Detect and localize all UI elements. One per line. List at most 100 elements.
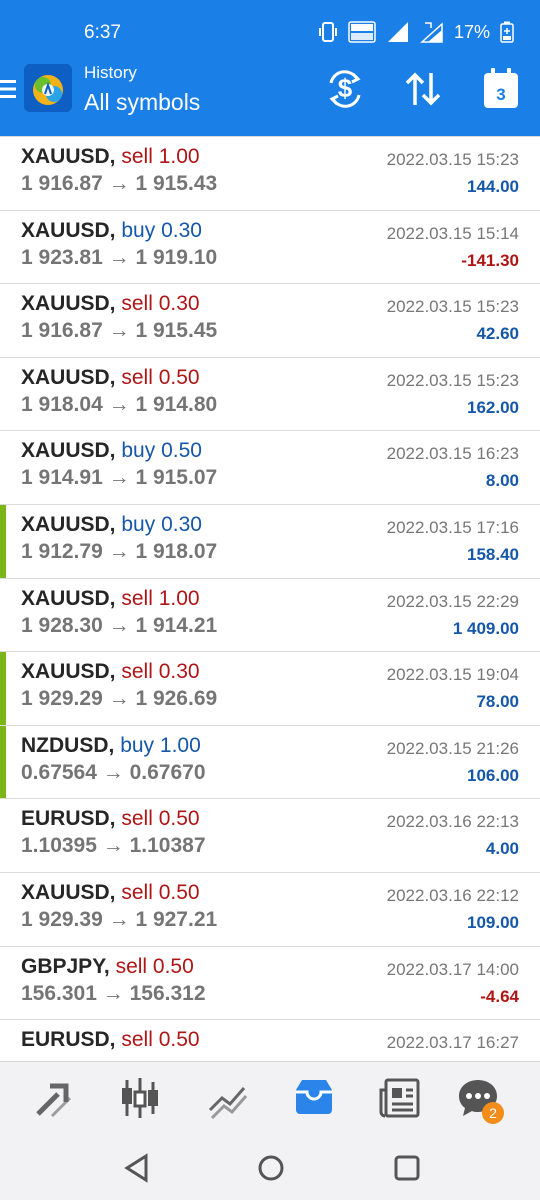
nav-trade[interactable] bbox=[206, 1076, 250, 1120]
trade-heading: XAUUSD, sell 0.30 bbox=[21, 292, 200, 316]
calendar-button[interactable]: 3 bbox=[476, 64, 526, 114]
nav-chat[interactable]: 2 bbox=[456, 1076, 504, 1124]
trade-symbol: XAUUSD, bbox=[21, 145, 116, 168]
quotes-icon bbox=[36, 1083, 72, 1118]
trade-profit: 4.00 bbox=[485, 839, 519, 859]
trade-icon bbox=[208, 1087, 248, 1120]
trade-time: 2022.03.15 21:26 bbox=[386, 738, 519, 758]
close-price: 156.312 bbox=[129, 981, 206, 1005]
trade-heading: XAUUSD, sell 0.50 bbox=[21, 366, 200, 390]
trade-time: 2022.03.15 15:23 bbox=[386, 370, 519, 390]
status-bar: 6:37 17% bbox=[0, 0, 540, 56]
trade-profit: 78.00 bbox=[476, 692, 519, 712]
trade-lot: 0.30 bbox=[161, 218, 202, 242]
trade-heading: XAUUSD, buy 0.50 bbox=[21, 439, 202, 463]
price-arrow: → bbox=[108, 319, 130, 343]
trade-row[interactable]: NZDUSD, buy 1.00 0.67564 → 0.67670 2022.… bbox=[0, 725, 540, 800]
trade-lot: 0.50 bbox=[158, 1028, 200, 1052]
trade-side: buy bbox=[121, 439, 156, 463]
nav-chart[interactable] bbox=[118, 1076, 162, 1120]
open-price: 1 929.29 bbox=[21, 687, 103, 711]
trade-prices: 1 916.87 → 1 915.43 bbox=[21, 172, 217, 196]
recents-icon[interactable] bbox=[392, 1153, 422, 1183]
trade-row[interactable]: EURUSD, sell 0.50 1.10395 → 1.10387 2022… bbox=[0, 799, 540, 873]
trade-history-list[interactable]: XAUUSD, sell 1.00 1 916.87 → 1 915.43 20… bbox=[0, 136, 540, 1061]
trade-prices: 1 916.87 → 1 915.45 bbox=[21, 319, 217, 343]
bottom-navigation: 2 bbox=[0, 1061, 540, 1133]
close-price: 1.10387 bbox=[129, 834, 206, 858]
trade-prices: 1 914.91 → 1 915.07 bbox=[21, 466, 217, 490]
chart-candles-icon bbox=[122, 1078, 158, 1118]
price-arrow: → bbox=[102, 834, 124, 858]
signal-icon bbox=[387, 22, 408, 42]
price-arrow: → bbox=[108, 907, 130, 931]
trade-side: buy bbox=[121, 218, 156, 242]
header-subtitle: History bbox=[84, 63, 137, 82]
sort-button[interactable] bbox=[398, 64, 448, 114]
trade-row[interactable]: GBPJPY, sell 0.50 156.301 → 156.312 2022… bbox=[0, 946, 540, 1021]
nav-history[interactable] bbox=[292, 1076, 336, 1120]
trade-heading: XAUUSD, buy 0.30 bbox=[21, 513, 202, 537]
trade-time: 2022.03.17 16:27 bbox=[386, 1033, 519, 1053]
open-price: 1 928.30 bbox=[21, 613, 103, 637]
calendar-day-number: 3 bbox=[496, 85, 506, 104]
home-icon[interactable] bbox=[256, 1153, 286, 1183]
price-arrow: → bbox=[102, 760, 124, 784]
close-price: 1 914.21 bbox=[135, 613, 218, 637]
trade-row[interactable]: XAUUSD, sell 1.00 1 928.30 → 1 914.21 20… bbox=[0, 578, 540, 653]
trade-heading: XAUUSD, sell 0.30 bbox=[21, 660, 200, 684]
trade-time: 2022.03.15 19:04 bbox=[386, 665, 519, 685]
trade-prices: 1.10395 → 1.10387 bbox=[21, 834, 206, 858]
trade-row[interactable]: EURUSD, sell 0.50 2022.03.17 16:27 bbox=[0, 1020, 540, 1061]
trade-symbol: EURUSD, bbox=[21, 1028, 116, 1052]
trade-profit: 158.40 bbox=[467, 544, 519, 564]
trade-row[interactable]: XAUUSD, sell 1.00 1 916.87 → 1 915.43 20… bbox=[0, 137, 540, 211]
nav-news[interactable] bbox=[378, 1076, 422, 1120]
status-icons: 17% bbox=[318, 19, 514, 45]
trade-lot: 0.30 bbox=[158, 660, 200, 684]
trade-side: sell bbox=[121, 880, 153, 904]
trade-lot: 0.50 bbox=[158, 365, 200, 389]
trade-side: buy bbox=[120, 733, 155, 757]
trade-row[interactable]: XAUUSD, buy 0.30 1 923.81 → 1 919.10 202… bbox=[0, 210, 540, 285]
close-price: 1 927.21 bbox=[135, 907, 218, 931]
trade-row[interactable]: XAUUSD, sell 0.30 1 916.87 → 1 915.45 20… bbox=[0, 284, 540, 358]
trade-row[interactable]: XAUUSD, sell 0.50 1 929.39 → 1 927.21 20… bbox=[0, 872, 540, 947]
menu-icon[interactable] bbox=[0, 78, 18, 100]
sort-icon bbox=[405, 72, 441, 106]
trade-prices: 1 929.29 → 1 926.69 bbox=[21, 687, 217, 711]
price-arrow: → bbox=[108, 539, 130, 563]
trade-lot: 1.00 bbox=[158, 586, 200, 610]
currency-filter-button[interactable]: $ bbox=[320, 64, 370, 114]
price-arrow: → bbox=[108, 172, 130, 195]
trade-side: sell bbox=[121, 1028, 153, 1052]
trade-profit: 106.00 bbox=[467, 765, 519, 785]
trade-row[interactable]: XAUUSD, sell 0.30 1 929.29 → 1 926.69 20… bbox=[0, 652, 540, 726]
app-bar: 6:37 17% History All symbols $ 3 bbox=[0, 0, 540, 136]
trade-heading: XAUUSD, sell 1.00 bbox=[21, 587, 200, 611]
price-arrow: → bbox=[102, 981, 124, 1005]
back-icon[interactable] bbox=[122, 1153, 152, 1183]
app-logo bbox=[24, 64, 72, 112]
trade-row[interactable]: XAUUSD, sell 0.50 1 918.04 → 1 914.80 20… bbox=[0, 357, 540, 432]
trade-heading: GBPJPY, sell 0.50 bbox=[21, 955, 194, 979]
nav-quotes[interactable] bbox=[32, 1076, 76, 1120]
price-arrow: → bbox=[108, 245, 130, 269]
trade-prices: 156.301 → 156.312 bbox=[21, 982, 206, 1006]
vibrate-icon bbox=[318, 22, 337, 42]
history-icon bbox=[296, 1080, 332, 1114]
open-price: 1 918.04 bbox=[21, 392, 103, 416]
trade-lot: 0.50 bbox=[158, 880, 200, 904]
trade-prices: 1 918.04 → 1 914.80 bbox=[21, 393, 217, 417]
trade-row[interactable]: XAUUSD, buy 0.30 1 912.79 → 1 918.07 202… bbox=[0, 504, 540, 579]
svg-text:$: $ bbox=[338, 73, 353, 103]
trade-lot: 0.30 bbox=[161, 512, 202, 536]
trade-time: 2022.03.15 15:23 bbox=[386, 150, 519, 169]
header-title[interactable]: All symbols bbox=[84, 89, 200, 116]
trade-symbol: NZDUSD, bbox=[21, 733, 115, 757]
trade-heading: EURUSD, sell 0.50 bbox=[21, 1028, 200, 1052]
trade-row[interactable]: XAUUSD, buy 0.50 1 914.91 → 1 915.07 202… bbox=[0, 431, 540, 505]
trade-profit: 144.00 bbox=[467, 177, 519, 196]
trade-symbol: XAUUSD, bbox=[21, 880, 116, 904]
trade-heading: XAUUSD, sell 0.50 bbox=[21, 881, 200, 905]
